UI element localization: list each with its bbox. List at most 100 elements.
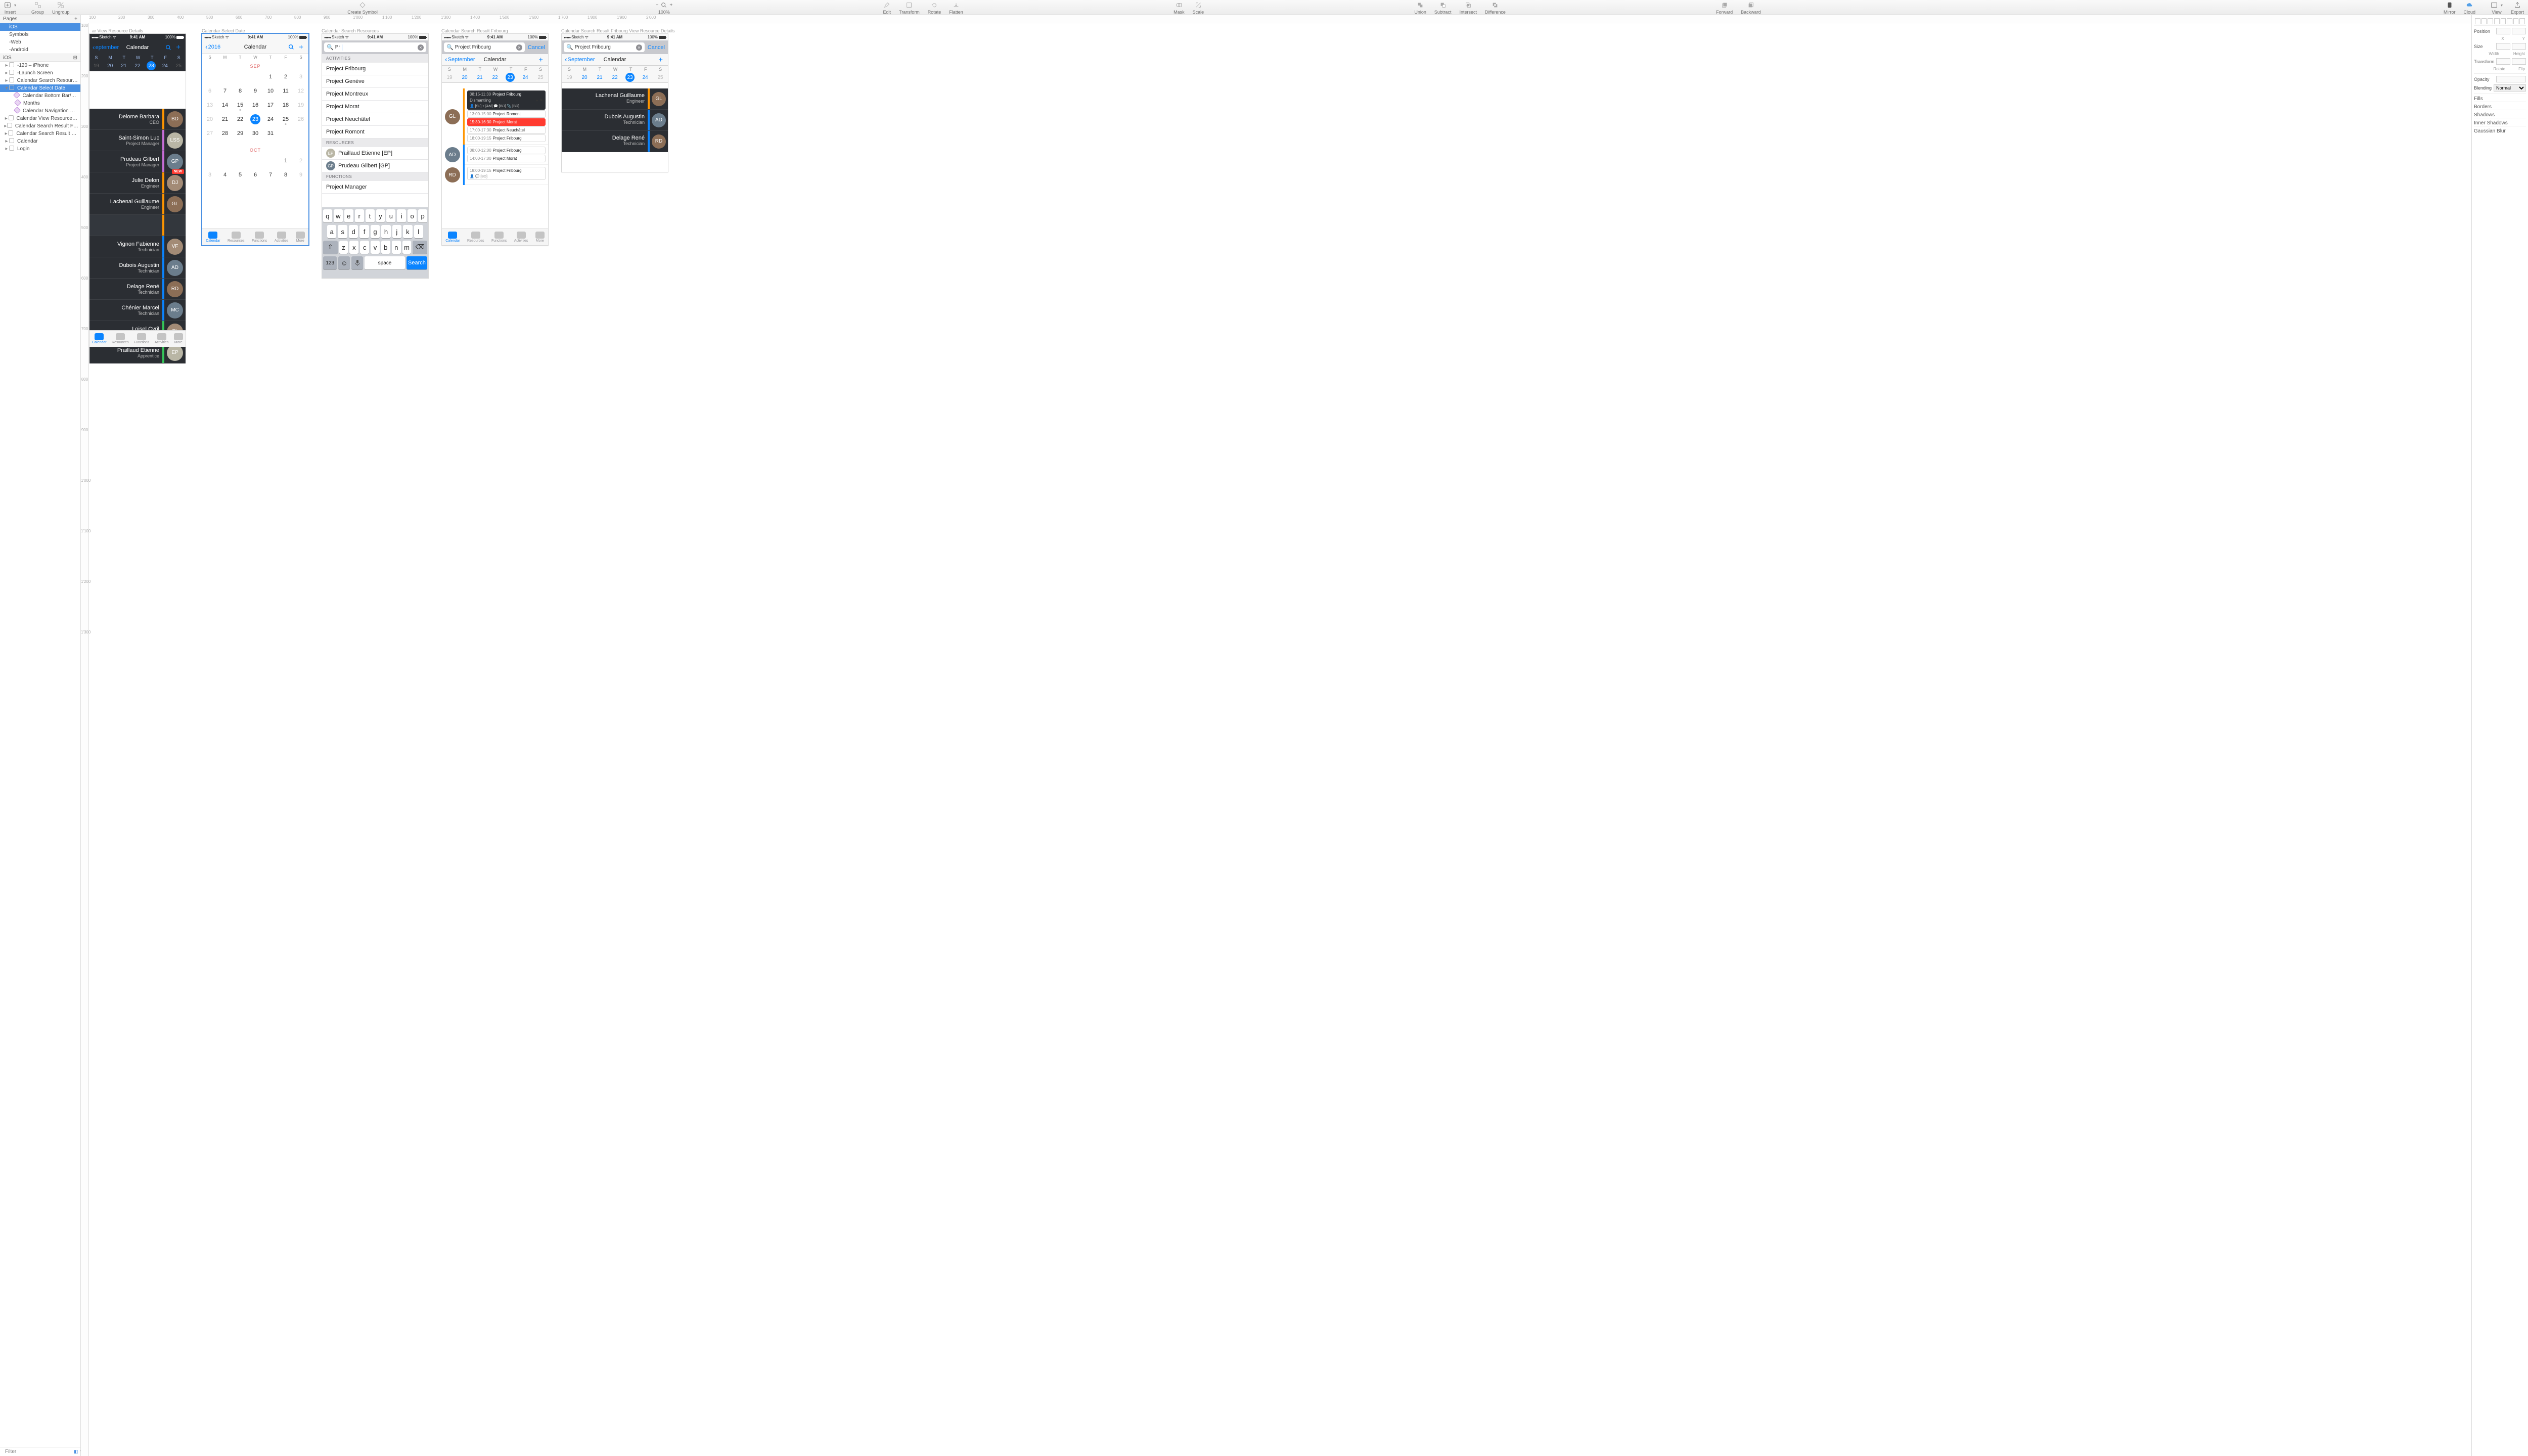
- calendar-cell[interactable]: [202, 70, 217, 84]
- inspector-section[interactable]: Gaussian Blur: [2474, 126, 2526, 134]
- artboard-search-resources[interactable]: Sketchᯤ9:41 AM100% 🔍Pr× Activities Proje…: [322, 33, 429, 279]
- layer-row[interactable]: ▸Calendar: [0, 138, 80, 145]
- day-cell[interactable]: 21: [595, 73, 604, 82]
- search-result-row[interactable]: EPPraillaud Etienne [EP]: [322, 147, 428, 160]
- calendar-cell[interactable]: 22: [233, 112, 248, 126]
- day-cell[interactable]: 23: [506, 73, 515, 82]
- tab-calendar[interactable]: Calendar: [445, 232, 460, 243]
- inspector-section[interactable]: Borders: [2474, 102, 2526, 110]
- layer-row[interactable]: ▸Calendar Search Result Fribourg View Re…: [0, 122, 80, 130]
- event-lane[interactable]: GL08:15-11:30Project FribourgDismantling…: [442, 88, 548, 145]
- height-field[interactable]: [2512, 43, 2526, 50]
- artboard-search-result-details[interactable]: Sketchᯤ9:41 AM100% 🔍Project Fribourg× Ca…: [561, 33, 668, 172]
- resource-row[interactable]: Vignon FabienneTechnicianVF: [89, 236, 186, 257]
- resource-row[interactable]: Prudeau GilbertProject ManagerGPNEW: [89, 151, 186, 172]
- search-result-row[interactable]: Project Manager: [322, 181, 428, 194]
- day-cell[interactable]: 25: [656, 73, 665, 82]
- calendar-cell[interactable]: 25: [278, 112, 293, 126]
- tb-cloud[interactable]: Cloud: [2459, 0, 2479, 15]
- key-j[interactable]: j: [392, 225, 401, 238]
- event-pill[interactable]: 08:00-12:00Project Fribourg: [467, 147, 546, 154]
- calendar-cell[interactable]: 7: [217, 84, 233, 98]
- calendar-cell[interactable]: [248, 154, 263, 168]
- canvas[interactable]: 1002003004005006007008009001'0001'1001'2…: [81, 15, 2471, 1456]
- key-o[interactable]: o: [408, 209, 417, 222]
- tab-more[interactable]: More: [296, 232, 305, 243]
- num-key[interactable]: 123: [323, 256, 337, 269]
- calendar-cell[interactable]: 4: [217, 168, 233, 182]
- calendar-cell[interactable]: 12: [293, 84, 308, 98]
- day-cell[interactable]: 25: [174, 61, 183, 70]
- layer-row[interactable]: ▸-Launch Screen: [0, 69, 80, 77]
- calendar-cell[interactable]: 21: [217, 112, 233, 126]
- tb-export[interactable]: Export: [2507, 0, 2528, 15]
- event-pill[interactable]: 18:00-19:15Project Fribourg: [467, 134, 546, 142]
- inspector-section[interactable]: Shadows: [2474, 110, 2526, 118]
- calendar-cell[interactable]: 30: [248, 126, 263, 141]
- tab-functions[interactable]: Functions: [134, 333, 149, 344]
- tb-insert[interactable]: ▾ Insert: [0, 0, 20, 15]
- calendar-cell[interactable]: 1: [263, 70, 278, 84]
- tab-more[interactable]: More: [174, 333, 183, 344]
- calendar-cell[interactable]: 15: [233, 98, 248, 112]
- resource-row[interactable]: [89, 215, 186, 236]
- calendar-cell[interactable]: 26: [293, 112, 308, 126]
- calendar-cell[interactable]: 2: [278, 70, 293, 84]
- align-center-h-button[interactable]: [2481, 18, 2487, 24]
- event-lanes[interactable]: GL08:15-11:30Project FribourgDismantling…: [442, 88, 548, 229]
- search-result-row[interactable]: Project Neuchâtel: [322, 113, 428, 126]
- tb-view[interactable]: ▾View: [2487, 0, 2507, 15]
- day-cell[interactable]: 21: [475, 73, 484, 82]
- tb-mirror[interactable]: Mirror: [2440, 0, 2460, 15]
- tb-ungroup[interactable]: Ungroup: [48, 0, 74, 15]
- clear-button[interactable]: ×: [418, 44, 424, 51]
- tb-union[interactable]: Union: [1410, 0, 1430, 15]
- tb-edit[interactable]: Edit: [879, 0, 895, 15]
- inspector-section[interactable]: Inner Shadows: [2474, 118, 2526, 126]
- key-r[interactable]: r: [355, 209, 364, 222]
- tab-resources[interactable]: Resources: [228, 232, 244, 243]
- day-cell[interactable]: 20: [460, 73, 469, 82]
- tb-group[interactable]: Group: [27, 0, 48, 15]
- distribute-v-button[interactable]: [2519, 18, 2525, 24]
- calendar-cell[interactable]: 13: [202, 98, 217, 112]
- key-n[interactable]: n: [392, 241, 401, 254]
- tb-subtract[interactable]: Subtract: [1430, 0, 1456, 15]
- layer-row[interactable]: ▸Calendar Search Result Fribourg: [0, 130, 80, 138]
- day-cell[interactable]: 20: [106, 61, 115, 70]
- key-y[interactable]: y: [376, 209, 385, 222]
- day-cell[interactable]: 25: [536, 73, 545, 82]
- resource-row[interactable]: Julie DelonEngineerDJ: [89, 172, 186, 194]
- mic-key[interactable]: [351, 256, 363, 269]
- key-e[interactable]: e: [344, 209, 353, 222]
- calendar-cell[interactable]: 7: [263, 168, 278, 182]
- tb-difference[interactable]: Difference: [1481, 0, 1510, 15]
- day-cell[interactable]: 23: [147, 61, 156, 70]
- key-x[interactable]: x: [349, 241, 358, 254]
- tb-transform[interactable]: Transform: [895, 0, 924, 15]
- calendar-cell[interactable]: [233, 70, 248, 84]
- calendar-cell[interactable]: [217, 70, 233, 84]
- key-h[interactable]: h: [381, 225, 390, 238]
- event-lane[interactable]: AD08:00-12:00Project Fribourg14:00-17:00…: [442, 145, 548, 165]
- pos-y-field[interactable]: [2512, 28, 2526, 34]
- calendar-cell[interactable]: [263, 154, 278, 168]
- search-result-row[interactable]: Project Romont: [322, 126, 428, 139]
- delete-key[interactable]: ⌫: [413, 241, 427, 254]
- day-cell[interactable]: 21: [119, 61, 128, 70]
- calendar-cell[interactable]: 27: [202, 126, 217, 141]
- key-g[interactable]: g: [371, 225, 380, 238]
- align-bottom-button[interactable]: [2507, 18, 2512, 24]
- day-cell[interactable]: 19: [92, 61, 101, 70]
- day-cell[interactable]: 22: [490, 73, 500, 82]
- calendar-cell[interactable]: 16: [248, 98, 263, 112]
- key-d[interactable]: d: [349, 225, 358, 238]
- calendar-cell[interactable]: 18: [278, 98, 293, 112]
- artboard-search-result[interactable]: Sketchᯤ9:41 AM100% 🔍Project Fribourg× Ca…: [441, 33, 549, 246]
- layer-row[interactable]: ▸Calendar Search Resources: [0, 77, 80, 84]
- day-cell[interactable]: 24: [521, 73, 530, 82]
- tb-flatten[interactable]: Flatten: [945, 0, 967, 15]
- pos-x-field[interactable]: [2496, 28, 2510, 34]
- event-pill[interactable]: 13:00-15:00Project Romont: [467, 110, 546, 118]
- calendar-cell[interactable]: 8: [278, 168, 293, 182]
